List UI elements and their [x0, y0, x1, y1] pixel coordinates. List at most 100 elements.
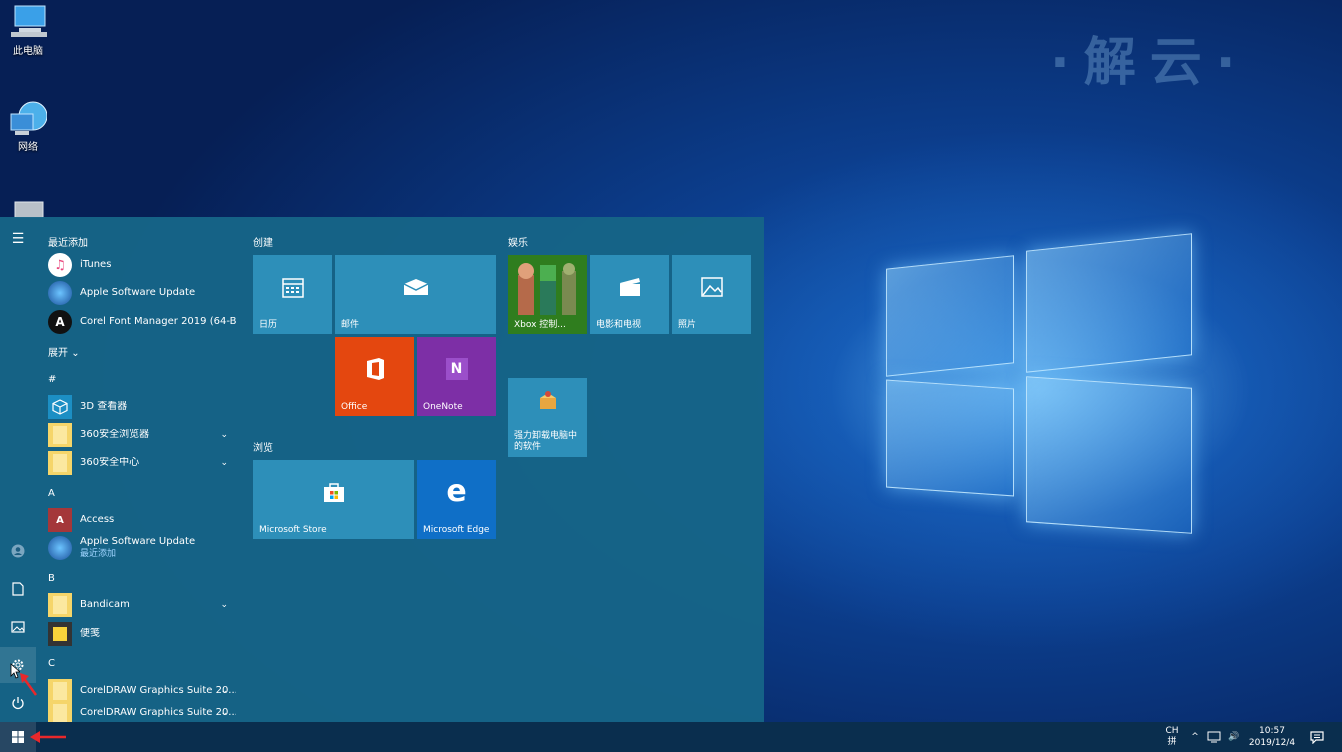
app-folder-360-browser[interactable]: 360安全浏览器 ⌄ — [48, 422, 236, 448]
section-header-a[interactable]: A — [48, 488, 55, 499]
ime-mode: 拼 — [1167, 737, 1177, 747]
onenote-icon: N — [445, 357, 468, 380]
chevron-down-icon: ⌄ — [220, 600, 228, 610]
ime-indicator[interactable]: CH 拼 — [1160, 722, 1184, 752]
tile-label: Microsoft Store — [259, 525, 327, 535]
desktop-icon-label: 此电脑 — [13, 46, 43, 57]
section-header-hash[interactable]: # — [48, 374, 56, 385]
hamburger-icon: ☰ — [11, 231, 25, 247]
power-icon — [12, 697, 24, 710]
folder-icon — [48, 593, 72, 617]
uninstaller-box-icon — [539, 391, 556, 410]
group-title-browse[interactable]: 浏览 — [253, 439, 273, 454]
section-header-b[interactable]: B — [48, 573, 55, 584]
hamburger-menu-button[interactable]: ☰ — [0, 221, 36, 257]
user-account-button[interactable] — [0, 533, 36, 569]
tile-label: 邮件 — [341, 320, 360, 330]
office-icon — [366, 357, 384, 380]
sticky-notes-icon — [48, 622, 72, 646]
section-header-c[interactable]: C — [48, 658, 55, 669]
tile-onenote[interactable]: N OneNote — [417, 337, 496, 416]
app-label: Apple Software Update — [80, 287, 196, 298]
computer-icon — [9, 4, 47, 38]
wallpaper-watermark: ·解云· — [1050, 33, 1250, 93]
tile-uninstaller[interactable]: 强力卸载电脑中的软件 — [508, 378, 587, 457]
app-access[interactable]: A Access — [48, 507, 236, 533]
group-title-create[interactable]: 创建 — [253, 234, 273, 249]
corel-font-icon: A — [48, 310, 72, 334]
expand-toggle[interactable]: 展开 ⌄ — [48, 344, 80, 359]
tile-movies-tv[interactable]: 电影和电视 — [590, 255, 669, 334]
apple-update-icon — [48, 281, 72, 305]
apple-update-icon — [48, 536, 72, 560]
clock[interactable]: 10:57 2019/12/4 — [1244, 722, 1300, 752]
network-tray-button[interactable] — [1204, 722, 1224, 752]
app-apple-software-update[interactable]: Apple Software Update — [48, 280, 236, 306]
clock-time: 10:57 — [1259, 726, 1285, 736]
photos-icon — [700, 276, 723, 297]
tile-microsoft-store[interactable]: Microsoft Store — [253, 460, 414, 539]
documents-icon — [12, 582, 24, 596]
chevron-down-icon: ⌄ — [71, 348, 80, 359]
tile-mail[interactable]: 邮件 — [335, 255, 496, 334]
tile-label: 日历 — [259, 320, 278, 330]
pictures-icon — [11, 621, 25, 633]
volume-tray-button[interactable]: 🔊 — [1224, 722, 1244, 752]
tile-label: Office — [341, 402, 368, 412]
app-label: 便笺 — [80, 628, 100, 639]
tile-xbox[interactable]: Xbox 控制... — [508, 255, 587, 334]
volume-icon: 🔊 — [1228, 732, 1240, 742]
red-arrow-annotation — [20, 673, 38, 696]
app-apple-software-update-2[interactable]: Apple Software Update 最近添加 — [48, 535, 236, 561]
tray-overflow-button[interactable]: ^ — [1186, 722, 1204, 752]
chevron-down-icon: ⌄ — [220, 430, 228, 440]
app-label: Bandicam — [80, 599, 130, 610]
app-folder-coreldraw-2[interactable]: CorelDRAW Graphics Suite 20... ⌄ — [48, 700, 236, 722]
app-corel-font-manager[interactable]: A Corel Font Manager 2019 (64-Bit) — [48, 309, 236, 335]
chevron-down-icon: ⌄ — [220, 458, 228, 468]
app-itunes[interactable]: ♫ iTunes — [48, 252, 236, 278]
network-monitor-icon — [1207, 731, 1221, 743]
action-center-button[interactable] — [1306, 722, 1328, 752]
app-label-sub: 最近添加 — [80, 549, 117, 559]
app-folder-360-security[interactable]: 360安全中心 ⌄ — [48, 450, 236, 476]
desktop-icon-this-pc[interactable]: 此电脑 — [4, 4, 52, 57]
app-label: Access — [80, 514, 115, 525]
desktop-icon-network[interactable]: 网络 — [4, 100, 52, 153]
pictures-button[interactable] — [0, 609, 36, 645]
tile-photos[interactable]: 照片 — [672, 255, 751, 334]
app-label: Apple Software Update 最近添加 — [80, 536, 195, 560]
app-label: iTunes — [80, 259, 112, 270]
film-clapper-icon — [619, 277, 640, 296]
tile-label: 电影和电视 — [596, 320, 642, 330]
app-sticky-notes[interactable]: 便笺 — [48, 621, 236, 647]
tile-calendar[interactable]: 日历 — [253, 255, 332, 334]
clock-date: 2019/12/4 — [1248, 738, 1296, 748]
app-3d-viewer[interactable]: 3D 查看器 — [48, 394, 236, 420]
chevron-up-icon: ^ — [1191, 732, 1199, 742]
ime-language: CH — [1165, 726, 1179, 736]
app-folder-bandicam[interactable]: Bandicam ⌄ — [48, 592, 236, 618]
itunes-icon: ♫ — [48, 253, 72, 277]
chevron-down-icon: ⌄ — [220, 686, 228, 696]
start-rail: ☰ — [0, 217, 38, 722]
calendar-icon — [281, 277, 304, 298]
start-menu: ☰ 最近添加 ♫ iTunes Apple Software Update A … — [0, 217, 764, 722]
group-title-entertainment[interactable]: 娱乐 — [508, 234, 528, 249]
tile-microsoft-edge[interactable]: e Microsoft Edge — [417, 460, 496, 539]
tile-label: 强力卸载电脑中的软件 — [514, 431, 578, 452]
tile-label: Microsoft Edge — [423, 525, 490, 535]
red-arrow-annotation — [30, 731, 66, 743]
tile-label: Xbox 控制... — [514, 320, 566, 330]
folder-icon — [48, 451, 72, 475]
tile-office[interactable]: Office — [335, 337, 414, 416]
tile-label: OneNote — [423, 402, 463, 412]
folder-icon — [48, 423, 72, 447]
taskbar: CH 拼 ^ 🔊 10:57 2019/12/4 — [0, 722, 1342, 752]
access-icon: A — [48, 508, 72, 532]
documents-button[interactable] — [0, 571, 36, 607]
windows-logo-icon — [12, 731, 24, 743]
network-icon — [9, 100, 48, 135]
folder-icon — [48, 701, 72, 722]
xbox-characters-icon — [518, 263, 576, 315]
